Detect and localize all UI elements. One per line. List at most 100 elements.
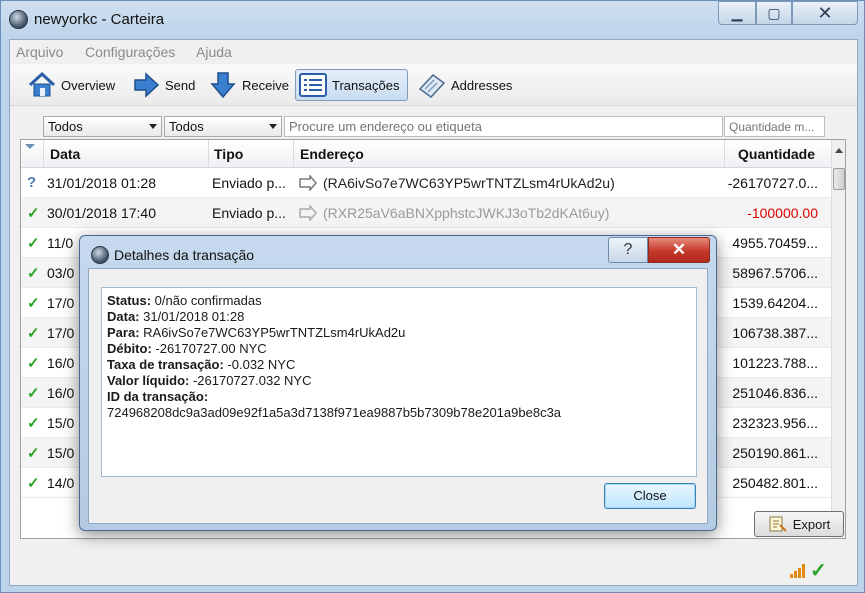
row-amount: -100000.00 [747,205,818,221]
type-filter-value: Todos [169,119,204,134]
transactions-label: Transações [332,77,400,93]
window-title: newyorkc - Carteira [34,11,165,28]
sent-to-icon [299,205,317,221]
close-button[interactable]: Close [604,483,696,509]
row-address: (RXR25aV6aBNXpphstcJWKJ3oTb2dKAt6uy) [323,205,610,221]
row-amount: 101223.788... [732,355,818,371]
table-header: Data Tipo Endereço Quantidade [21,140,831,168]
detail-label: Data: [107,309,140,324]
row-type: Enviado p... [212,175,286,191]
table-row[interactable]: ✓ 30/01/2018 17:40 Enviado p... (RXR25aV6aB… [21,198,831,228]
menu-configuracoes[interactable]: Configurações [85,44,175,60]
column-separator [43,140,44,168]
row-amount: 250482.801... [732,475,818,491]
min-amount-input[interactable] [724,116,825,137]
menu-ajuda[interactable]: Ajuda [196,44,232,60]
overview-button[interactable]: Overview [24,69,122,101]
maximize-icon: ▢ [767,5,781,21]
date-filter-select[interactable]: Todos [43,116,162,137]
overview-label: Overview [61,77,116,93]
addresses-button[interactable]: Addresses [414,69,519,101]
help-icon: ? [623,241,633,258]
maximize-button[interactable]: ▢ [756,1,792,25]
row-amount: 58967.5706... [732,265,818,281]
transactions-button[interactable]: Transações [295,69,408,101]
minimize-button[interactable]: ▁ [718,1,756,25]
receive-button[interactable]: Receive [205,69,296,101]
column-separator [724,140,725,168]
close-window-button[interactable]: ✕ [792,1,858,25]
type-filter-select[interactable]: Todos [164,116,282,137]
toolbar: Overview Send Receive Transações Address… [10,64,857,106]
addresses-label: Addresses [451,77,513,93]
title-bar[interactable]: newyorkc - Carteira ▁ ▢ ✕ [1,1,864,39]
status-bar: ✓ [10,554,857,586]
row-date: 03/0 [47,265,75,281]
table-row[interactable]: ? 31/01/2018 01:28 Enviado p... (RA6ivSo7e7… [21,168,831,198]
confirmed-check-icon: ✓ [27,445,40,462]
home-icon [27,71,57,99]
row-amount: 232323.956... [732,415,818,431]
minimize-icon: ▁ [731,5,743,21]
detail-value: -26170727.032 NYC [189,373,312,388]
date-filter-value: Todos [48,119,83,134]
detail-label: Débito: [107,341,152,356]
row-date: 14/0 [47,475,75,491]
detail-value: -26170727.00 NYC [151,341,267,356]
column-header-address[interactable]: Endereço [300,146,364,162]
row-amount: 250190.861... [732,445,818,461]
unconfirmed-icon: ? [27,174,37,191]
detail-line: Status: 0/não confirmadas [107,293,691,309]
confirmed-check-icon: ✓ [27,205,40,222]
row-date: 16/0 [47,385,75,401]
column-header-date[interactable]: Data [50,146,80,162]
send-button[interactable]: Send [128,69,202,101]
confirmed-check-icon: ✓ [27,325,40,342]
column-header-amount[interactable]: Quantidade [738,146,815,162]
detail-value: RA6ivSo7e7WC63YP5wrTNTZLsm4rUkAd2u [139,325,406,340]
detail-label: Para: [107,325,140,340]
scroll-thumb[interactable] [833,168,845,190]
detail-value: 31/01/2018 01:28 [139,309,245,324]
transaction-details-text[interactable]: Status: 0/não confirmadas Data: 31/01/201… [101,287,697,477]
close-icon: ✕ [671,240,687,259]
sync-status-check-icon: ✓ [810,560,827,582]
dialog-close-x-button[interactable]: ✕ [648,237,710,263]
confirmed-check-icon: ✓ [27,355,40,372]
send-label: Send [165,77,196,93]
row-date: 15/0 [47,415,75,431]
receive-label: Receive [242,77,289,93]
detail-value: -0.032 NYC [223,357,296,372]
table-scrollbar[interactable] [831,140,845,538]
detail-label: Taxa de transação: [107,357,224,372]
send-arrow-icon [131,71,161,99]
detail-line: Taxa de transação: -0.032 NYC [107,357,691,373]
filter-bar: Todos Todos [43,116,826,138]
export-button[interactable]: Export [754,511,844,537]
column-header-type[interactable]: Tipo [214,146,243,162]
menu-arquivo[interactable]: Arquivo [16,44,63,60]
app-icon [91,246,109,264]
row-date: 11/0 [47,235,74,251]
detail-line: Para: RA6ivSo7e7WC63YP5wrTNTZLsm4rUkAd2u [107,325,691,341]
chevron-down-icon [269,124,277,129]
sort-icon[interactable] [25,144,35,149]
row-date: 17/0 [47,295,75,311]
confirmed-check-icon: ✓ [27,415,40,432]
confirmed-check-icon: ✓ [27,295,40,312]
dialog-title: Detalhes da transação [114,247,255,263]
row-type: Enviado p... [212,205,286,221]
detail-line: Data: 31/01/2018 01:28 [107,309,691,325]
address-search-input[interactable] [284,116,723,137]
chevron-down-icon [149,124,157,129]
detail-line: Débito: -26170727.00 NYC [107,341,691,357]
column-separator [208,140,209,168]
row-amount: 106738.387... [732,325,818,341]
scroll-up-icon[interactable] [835,148,843,153]
confirmed-check-icon: ✓ [27,265,40,282]
network-signal-icon [790,564,806,578]
details-lines: Status: 0/não confirmadas Data: 31/01/201… [107,293,691,405]
help-button[interactable]: ? [608,237,648,263]
row-amount: 251046.836... [732,385,818,401]
close-icon: ✕ [817,3,833,23]
